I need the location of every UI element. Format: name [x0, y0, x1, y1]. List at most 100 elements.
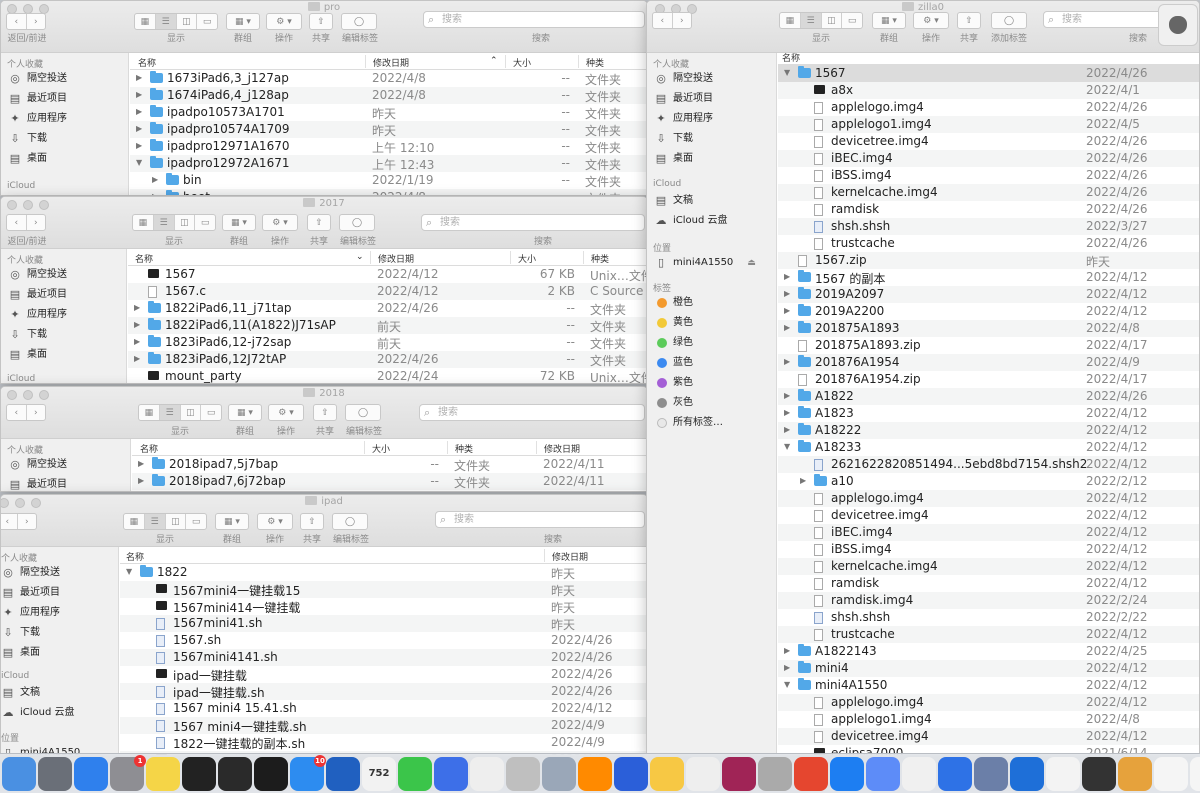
table-row[interactable]: a8x 2022/4/1	[778, 82, 1199, 99]
table-row[interactable]: 2621622820851494...5ebd8bd7154.shsh2 2022…	[778, 456, 1199, 473]
table-row[interactable]: ipad一键挂载.sh 2022/4/26	[120, 683, 647, 700]
table-row[interactable]: ▶ 1823iPad6,12-j72sap 前天 -- 文件夹	[128, 334, 647, 351]
search-input[interactable]: 搜索	[419, 404, 645, 421]
table-row[interactable]: shsh.shsh 2022/3/27	[778, 218, 1199, 235]
column-size[interactable]: 大小	[518, 252, 536, 265]
column-name[interactable]: 名称	[135, 252, 153, 265]
table-row[interactable]: mount_party 2022/4/24 72 KB Unix…文件	[128, 368, 647, 383]
table-row[interactable]: iBSS.img4 2022/4/12	[778, 541, 1199, 558]
column-name[interactable]: 名称	[138, 56, 156, 69]
table-row[interactable]: 1567.sh 2022/4/26	[120, 632, 647, 649]
table-row[interactable]: ▶ A18222 2022/4/12	[778, 422, 1199, 439]
column-view-icon[interactable]: ◫	[181, 405, 202, 420]
list-view-icon[interactable]: ☰	[159, 405, 181, 420]
disclosure-closed-icon[interactable]: ▶	[134, 303, 140, 312]
table-row[interactable]: devicetree.img4 2022/4/12	[778, 728, 1199, 745]
column-kind[interactable]: 种类	[591, 252, 609, 265]
finder-icon[interactable]	[2, 756, 36, 791]
sidebar-item-recent[interactable]: ▤ 最近项目	[1, 285, 126, 305]
table-row[interactable]: ▶ 201875A1893 2022/4/8	[778, 320, 1199, 337]
share-button[interactable]: ⇧	[300, 513, 324, 530]
group-button[interactable]: ▦ ▾	[872, 12, 906, 29]
back-arrow-icon[interactable]: ‹	[7, 405, 27, 420]
table-row[interactable]: ▶ 2018ipad7,6j72bap -- 文件夹 2022/4/11	[132, 473, 647, 490]
table-row[interactable]: ▶ A1822 2022/4/26	[778, 388, 1199, 405]
group-button[interactable]: ▦ ▾	[228, 404, 262, 421]
table-row[interactable]: applelogo1.img4 2022/4/5	[778, 116, 1199, 133]
share-button[interactable]: ⇧	[309, 13, 333, 30]
table-row[interactable]: kernelcache.img4 2022/4/12	[778, 558, 1199, 575]
search-input[interactable]: 搜索	[435, 511, 645, 528]
group-button[interactable]: ▦ ▾	[226, 13, 260, 30]
sidebar-tag[interactable]: 紫色	[647, 373, 776, 393]
table-row[interactable]: ▶ 2018ipad7,5j7bap -- 文件夹 2022/4/11	[132, 456, 647, 473]
back-arrow-icon[interactable]: ‹	[653, 13, 673, 28]
table-row[interactable]: shsh.shsh 2022/2/22	[778, 609, 1199, 626]
table-row[interactable]: 1567mini414一键挂载 昨天	[120, 598, 647, 615]
wechat-icon[interactable]	[398, 756, 432, 791]
toolbox-icon[interactable]	[830, 756, 864, 791]
view-switcher[interactable]: ▦ ☰ ◫ ▭	[779, 12, 863, 29]
column-view-icon[interactable]: ◫	[822, 13, 843, 28]
app-store-icon[interactable]: 10	[290, 754, 326, 791]
table-row[interactable]: ramdisk.img4 2022/2/24	[778, 592, 1199, 609]
action-button[interactable]: ⚙ ▾	[268, 404, 304, 421]
sidebar-item-downloads[interactable]: ⇩ 下载	[647, 129, 776, 149]
table-row[interactable]: 1567.zip 昨天	[778, 252, 1199, 269]
back-forward-buttons[interactable]: ‹ ›	[1, 513, 37, 530]
eject-icon[interactable]: ⏏	[747, 253, 756, 273]
list-view-icon[interactable]: ☰	[155, 14, 177, 29]
iterm-icon[interactable]	[1082, 756, 1116, 791]
action-button[interactable]: ⚙ ▾	[257, 513, 293, 530]
gallery-view-icon[interactable]: ▭	[201, 405, 221, 420]
sidebar-item-airdrop[interactable]: ◎ 隔空投送	[647, 69, 776, 89]
preview-icon[interactable]	[974, 756, 1008, 791]
exe-icon[interactable]	[1118, 756, 1152, 791]
back-forward-buttons[interactable]: ‹ ›	[6, 404, 46, 421]
sidebar-tag[interactable]: 绿色	[647, 333, 776, 353]
disclosure-closed-icon[interactable]: ▶	[134, 354, 140, 363]
view-switcher[interactable]: ▦ ☰ ◫ ▭	[123, 513, 207, 530]
table-row[interactable]: ▶ A1823 2022/4/12	[778, 405, 1199, 422]
disclosure-open-icon[interactable]: ▼	[136, 158, 142, 167]
back-arrow-icon[interactable]: ‹	[1, 514, 18, 529]
disclosure-closed-icon[interactable]: ▶	[784, 357, 790, 366]
sidebar-item-airdrop[interactable]: ◎ 隔空投送	[1, 265, 126, 285]
clock-icon[interactable]	[902, 756, 936, 791]
sidebar-item-applications[interactable]: ✦ 应用程序	[1, 109, 128, 129]
activity-monitor-icon[interactable]	[218, 756, 252, 791]
forward-arrow-icon[interactable]: ›	[27, 405, 46, 420]
table-row[interactable]: 1822一键挂载的副本.sh 2022/4/9	[120, 734, 647, 751]
table-row[interactable]: ▶ 1823iPad6,12J72tAP 2022/4/26 -- 文件夹	[128, 351, 647, 368]
share-button[interactable]: ⇧	[307, 214, 331, 231]
disclosure-closed-icon[interactable]: ▶	[784, 408, 790, 417]
chess-icon[interactable]	[686, 756, 720, 791]
forward-arrow-icon[interactable]: ›	[27, 14, 46, 29]
table-row[interactable]: ▶ A1822143 2022/4/25	[778, 643, 1199, 660]
column-date[interactable]: 修改日期	[373, 56, 409, 69]
notes-icon[interactable]	[146, 756, 180, 791]
group-button[interactable]: ▦ ▾	[215, 513, 249, 530]
icon-view-icon[interactable]: ▦	[780, 13, 801, 28]
icon-view-icon[interactable]: ▦	[133, 215, 154, 230]
sidebar-item-desktop[interactable]: ▤ 桌面	[1, 149, 128, 169]
sidebar-item-airdrop[interactable]: ◎ 隔空投送	[1, 563, 118, 583]
disclosure-closed-icon[interactable]: ▶	[800, 476, 806, 485]
launchpad-icon[interactable]	[38, 756, 72, 791]
sidebar-item-downloads[interactable]: ⇩ 下载	[1, 325, 126, 345]
sidebar-item-recent[interactable]: ▤ 最近项目	[1, 475, 130, 491]
search-input[interactable]: 搜索	[423, 11, 645, 28]
column-kind[interactable]: 种类	[586, 56, 604, 69]
disclosure-closed-icon[interactable]: ▶	[136, 90, 142, 99]
sidebar-item-recent[interactable]: ▤ 最近项目	[1, 583, 118, 603]
tag-button[interactable]: ◯	[339, 214, 375, 231]
column-date[interactable]: 修改日期	[378, 252, 414, 265]
qq-icon[interactable]	[434, 756, 468, 791]
table-row[interactable]: ▶ bin 2022/1/19 -- 文件夹	[130, 172, 647, 189]
column-size[interactable]: 大小	[513, 56, 531, 69]
sidebar-item-downloads[interactable]: ⇩ 下载	[1, 623, 118, 643]
tools-icon[interactable]	[506, 756, 540, 791]
share-button[interactable]: ⇧	[957, 12, 981, 29]
sidebar-item-downloads[interactable]: ⇩ 下载	[1, 129, 128, 149]
table-row[interactable]: 1567mini4141.sh 2022/4/26	[120, 649, 647, 666]
